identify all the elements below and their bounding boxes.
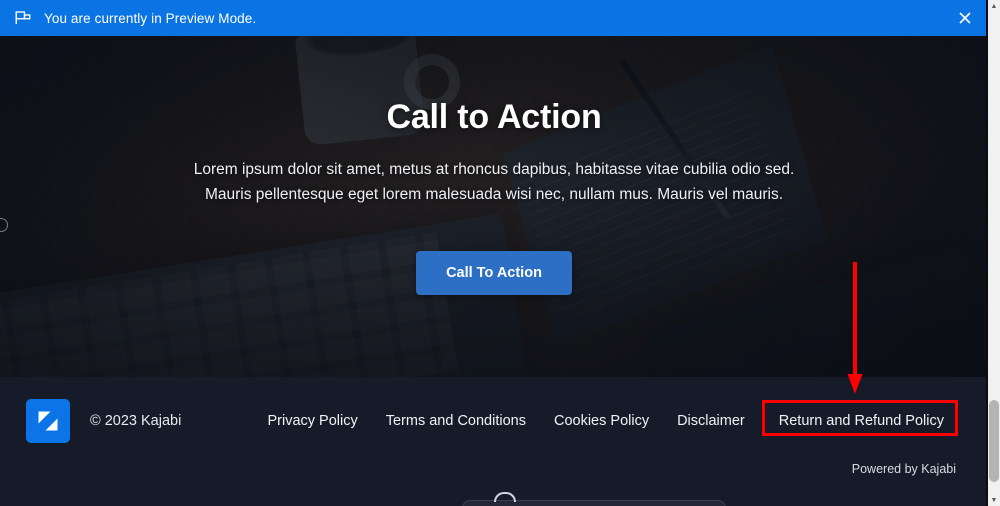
footer-link-terms-and-conditions[interactable]: Terms and Conditions [372,413,540,429]
footer-link-disclaimer[interactable]: Disclaimer [663,413,759,429]
preview-flag-icon [15,11,31,24]
kajabi-k-glyph [38,411,58,431]
kajabi-logo-icon[interactable] [26,399,70,443]
footer-link-privacy-policy[interactable]: Privacy Policy [253,413,371,429]
footer-link-return-and-refund-policy[interactable]: Return and Refund Policy [765,404,958,438]
call-to-action-button[interactable]: Call To Action [416,251,572,295]
footer-link-cookies-policy[interactable]: Cookies Policy [540,413,663,429]
hero-subtitle-line-2: Mauris pellentesque eget lorem malesuada… [204,186,784,203]
close-x-glyph [959,12,971,24]
scroll-up-icon[interactable]: ▲ [988,0,1000,12]
preview-mode-banner: You are currently in Preview Mode. [0,0,988,36]
hero-content: Call to Action Lorem ipsum dolor sit ame… [0,36,988,377]
scroll-down-icon[interactable]: ▼ [988,494,1000,506]
close-icon[interactable] [954,7,976,29]
preview-mode-message: You are currently in Preview Mode. [44,10,257,26]
hero-subtitle-line-1: Lorem ipsum dolor sit amet, metus at rho… [193,161,795,178]
browser-page: You are currently in Preview Mode. Call … [0,0,1000,506]
hero-section: Call to Action Lorem ipsum dolor sit ame… [0,36,988,377]
page-footer: © 2023 Kajabi Privacy Policy Terms and C… [0,377,988,506]
hero-subtitle: Lorem ipsum dolor sit amet, metus at rho… [194,157,795,207]
powered-by-text: Powered by Kajabi [851,462,956,476]
copyright-text: © 2023 Kajabi [90,413,182,429]
footer-row: © 2023 Kajabi Privacy Policy Terms and C… [0,395,988,447]
page-title: Call to Action [386,98,602,136]
footer-links: Privacy Policy Terms and Conditions Cook… [253,404,958,438]
scrollbar-thumb[interactable] [989,400,999,482]
vertical-scrollbar[interactable]: ▲ ▼ [988,0,1000,506]
